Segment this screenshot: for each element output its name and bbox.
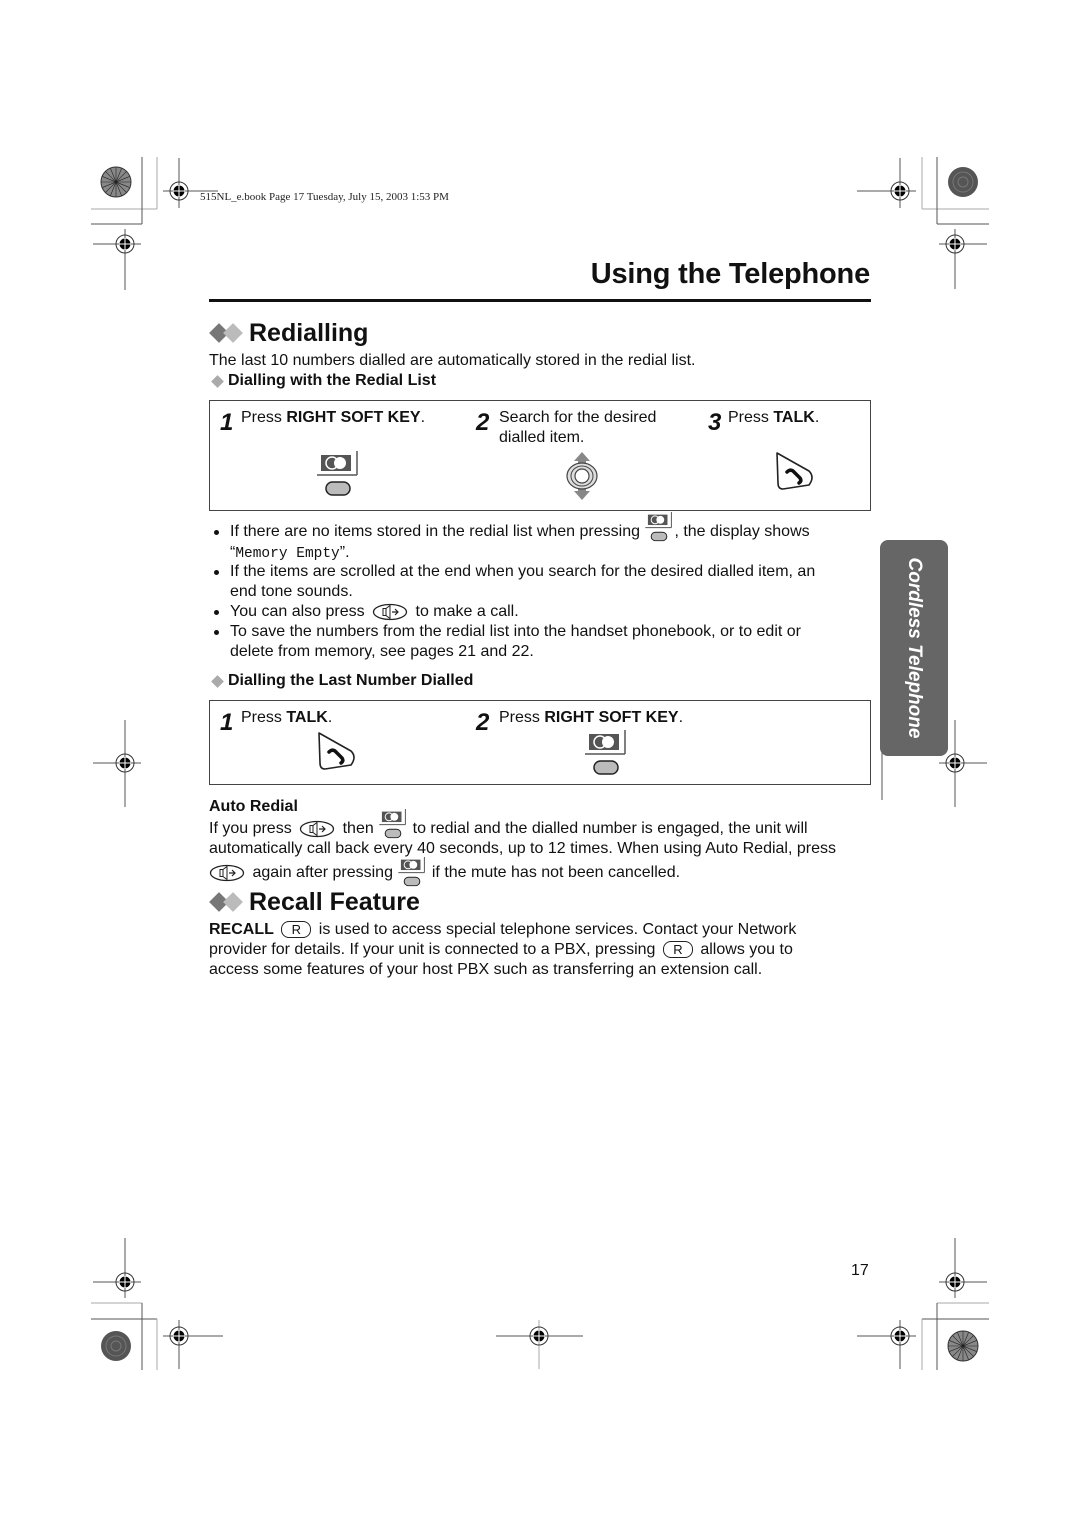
navigator-key-icon — [565, 451, 599, 501]
talk-key-icon — [315, 729, 359, 773]
page-title: Using the Telephone — [590, 258, 870, 290]
auto-redial-line: automatically call back every 40 seconds… — [209, 840, 836, 857]
subheading-text: Dialling the Last Number Dialled — [228, 672, 474, 689]
section-heading-text: Recall Feature — [249, 888, 420, 916]
right-soft-key-icon — [315, 451, 361, 497]
step-number: 1 — [220, 409, 234, 436]
step-text: Search for the desired — [499, 409, 657, 426]
step-text: Press RIGHT SOFT KEY. — [241, 409, 426, 426]
step-number: 2 — [476, 709, 490, 736]
section-heading-text: Redialling — [249, 319, 369, 347]
step-number: 2 — [476, 409, 490, 436]
subheading-last-number: Dialling the Last Number Dialled — [209, 672, 473, 690]
diamond-bullet-icon — [209, 322, 247, 345]
section-side-tab: Cordless Telephone — [880, 540, 948, 756]
diamond-bullet-icon — [211, 674, 224, 688]
redial-list-steps: 1 Press RIGHT SOFT KEY. 2 Search for the… — [209, 400, 871, 511]
subheading-redial-list: Dialling with the Redial List — [209, 372, 436, 390]
print-info: 515NL_e.book Page 17 Tuesday, July 15, 2… — [200, 191, 449, 203]
auto-redial-line: again after pressing if the mute has not… — [209, 859, 680, 887]
recall-line: provider for details. If your unit is co… — [209, 941, 793, 959]
section-heading-redialling: Redialling — [209, 319, 368, 348]
diamond-bullet-icon — [209, 891, 247, 914]
speakerphone-key-icon — [209, 864, 245, 882]
last-number-steps: 1 Press TALK. 2 Press RIGHT SOFT KEY. — [209, 700, 871, 785]
recall-line: RECALL R is used to access special telep… — [209, 921, 797, 939]
title-divider — [209, 299, 871, 302]
right-soft-key-icon — [644, 512, 674, 542]
speakerphone-key-icon — [372, 603, 408, 621]
diamond-bullet-icon — [211, 374, 224, 388]
right-soft-key-icon — [583, 730, 629, 776]
step-text: Press RIGHT SOFT KEY. — [499, 709, 684, 726]
section-heading-recall: Recall Feature — [209, 888, 420, 917]
page-number: 17 — [851, 1262, 869, 1279]
speakerphone-key-icon — [299, 820, 335, 838]
step-number: 3 — [708, 409, 722, 436]
auto-redial-heading: Auto Redial — [209, 798, 298, 815]
right-soft-key-icon — [378, 809, 408, 839]
side-tab-label: Cordless Telephone — [904, 557, 925, 739]
recall-key-icon: R — [281, 921, 312, 939]
step-number: 1 — [220, 709, 234, 736]
recall-line: access some features of your host PBX su… — [209, 961, 763, 978]
auto-redial-line: If you press then to redial and the dial… — [209, 819, 808, 839]
step-text: Press TALK. — [728, 409, 820, 426]
step-text: Press TALK. — [241, 709, 333, 726]
step-text: dialled item. — [499, 429, 585, 446]
talk-key-icon — [773, 449, 817, 493]
recall-key-icon: R — [662, 941, 693, 959]
right-soft-key-icon — [397, 857, 427, 887]
subheading-text: Dialling with the Redial List — [228, 372, 437, 389]
redialling-intro: The last 10 numbers dialled are automati… — [209, 352, 696, 369]
